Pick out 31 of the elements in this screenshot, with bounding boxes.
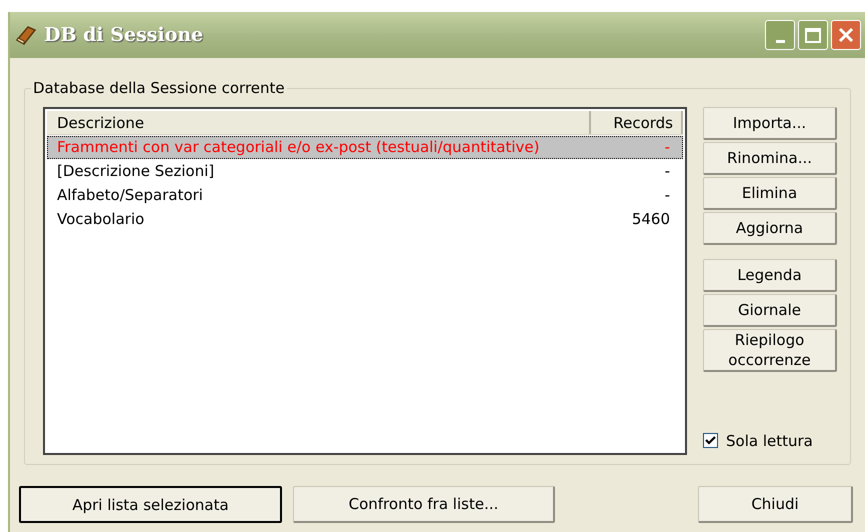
row-records: - — [664, 161, 671, 182]
book-icon — [14, 24, 38, 46]
button[interactable]: Apri lista selezionata — [19, 486, 282, 523]
button[interactable]: Legenda — [703, 259, 837, 292]
maximize-button[interactable] — [798, 20, 828, 50]
close-button[interactable] — [831, 20, 861, 50]
row-description: Frammenti con var categoriali e/o ex-post (testuali/quantitative) — [56, 137, 540, 158]
column-header[interactable]: Descrizione — [47, 111, 591, 134]
button[interactable]: Importa... — [703, 107, 837, 140]
row-records: - — [664, 185, 671, 206]
row-records: 5460 — [630, 209, 671, 230]
button[interactable]: Confronto fra liste... — [293, 486, 555, 523]
read-only-checkbox[interactable] — [703, 433, 718, 448]
close-icon — [837, 26, 855, 44]
list-row[interactable]: Vocabolario 5460 — [47, 208, 683, 231]
row-description: [Descrizione Sezioni] — [56, 161, 216, 182]
minimize-button[interactable] — [765, 20, 795, 50]
button[interactable]: Giornale — [703, 294, 837, 327]
button[interactable]: Riepilogo occorrenze — [703, 329, 837, 372]
row-description: Alfabeto/Separatori — [56, 185, 204, 206]
row-description: Vocabolario — [56, 209, 146, 230]
button[interactable]: Rinomina... — [703, 142, 837, 175]
list-row[interactable]: [Descrizione Sezioni] - — [47, 160, 683, 183]
button[interactable]: Elimina — [703, 177, 837, 210]
button[interactable]: Chiudi — [698, 486, 853, 523]
button[interactable]: Aggiorna — [703, 212, 837, 245]
row-records: - — [664, 137, 671, 158]
checkbox-label: Sola lettura — [726, 430, 813, 452]
column-header[interactable]: Records — [591, 111, 683, 134]
window-title: DB di Sessione — [44, 22, 204, 48]
list-row[interactable]: Alfabeto/Separatori - — [47, 184, 683, 207]
